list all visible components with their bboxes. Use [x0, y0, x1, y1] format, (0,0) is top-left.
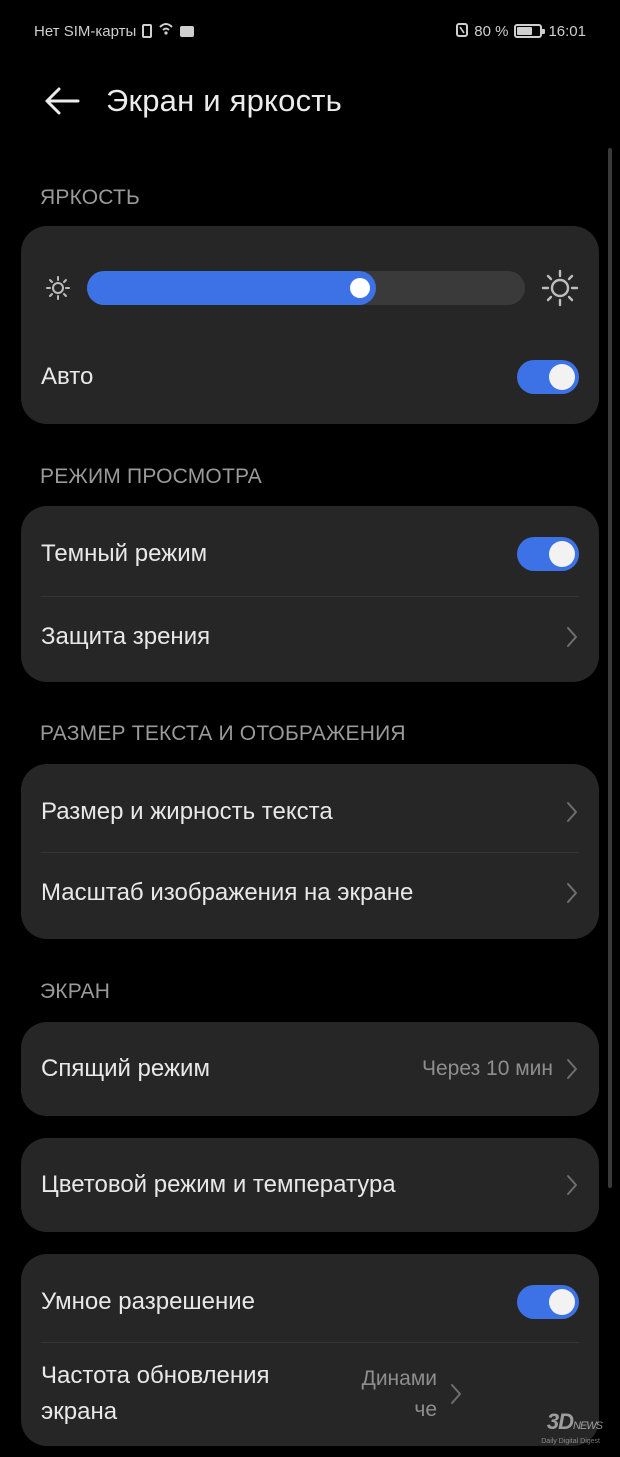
color-mode-card: Цветовой режим и температура — [21, 1138, 599, 1232]
carrier-text: Нет SIM-карты — [34, 22, 137, 40]
text-size-row[interactable]: Размер и жирность текста — [21, 776, 599, 848]
page-title: Экран и яркость — [106, 83, 343, 118]
status-bar: Нет SIM-карты 80 % 16:01 — [0, 0, 620, 62]
auto-brightness-label: Авто — [41, 363, 94, 390]
status-left: Нет SIM-карты — [34, 22, 195, 40]
auto-brightness-toggle[interactable] — [517, 360, 579, 394]
divider — [41, 596, 579, 597]
status-right: 80 % 16:01 — [456, 22, 586, 40]
sun-small-icon — [45, 275, 71, 301]
chevron-right-icon — [565, 800, 579, 824]
divider — [41, 852, 579, 853]
chevron-right-icon — [565, 1057, 579, 1081]
watermark-brand: 3D — [546, 1409, 574, 1434]
chevron-right-icon — [565, 625, 579, 649]
app-header: Экран и яркость — [0, 62, 620, 140]
brightness-card: Авто — [21, 226, 599, 424]
eye-comfort-row[interactable]: Защита зрения — [21, 602, 599, 672]
text-size-label: Размер и жирность текста — [41, 798, 333, 825]
chevron-right-icon — [565, 881, 579, 905]
toggle-knob — [549, 541, 575, 567]
brightness-slider-row — [21, 264, 599, 312]
dark-mode-label: Темный режим — [41, 540, 208, 567]
chevron-right-icon — [449, 1382, 463, 1406]
sleep-label: Спящий режим — [41, 1055, 210, 1082]
divider — [41, 1342, 579, 1343]
smart-resolution-row[interactable]: Умное разрешение — [21, 1266, 599, 1338]
smart-resolution-label: Умное разрешение — [41, 1288, 256, 1315]
text-display-card: Размер и жирность текста Масштаб изображ… — [21, 764, 599, 939]
signal-icon — [158, 22, 174, 40]
mail-icon — [180, 25, 195, 37]
dark-mode-toggle[interactable] — [517, 537, 579, 571]
sun-large-icon — [541, 269, 579, 307]
eye-comfort-label: Защита зрения — [41, 623, 211, 650]
nfc-icon — [456, 22, 469, 40]
toggle-knob — [549, 364, 575, 390]
section-label-screen: ЭКРАН — [40, 980, 111, 1003]
sleep-row[interactable]: Спящий режим Через 10 мин — [21, 1034, 599, 1104]
smart-resolution-toggle[interactable] — [517, 1285, 579, 1319]
clock: 16:01 — [548, 22, 586, 40]
section-label-view-mode: РЕЖИМ ПРОСМОТРА — [40, 465, 262, 488]
sim-icon — [142, 24, 153, 38]
display-scale-label: Масштаб изображения на экране — [41, 879, 414, 906]
auto-brightness-row[interactable]: Авто — [21, 344, 599, 410]
sleep-value: Через 10 мин — [422, 1057, 553, 1080]
resolution-card: Умное разрешение Частота обновления экра… — [21, 1254, 599, 1446]
watermark-tagline: Daily Digital Digest — [541, 1438, 600, 1445]
battery-percent: 80 % — [474, 22, 509, 40]
watermark-brand-suffix: NEWS — [573, 1420, 603, 1432]
brightness-slider-thumb[interactable] — [350, 278, 371, 298]
brightness-slider-fill — [87, 271, 377, 305]
section-label-brightness: ЯРКОСТЬ — [40, 186, 140, 209]
sleep-card: Спящий режим Через 10 мин — [21, 1022, 599, 1116]
back-arrow-icon[interactable] — [38, 77, 86, 125]
battery-icon — [514, 24, 546, 38]
refresh-rate-value: Динами че — [361, 1366, 437, 1422]
chevron-right-icon — [565, 1173, 579, 1197]
color-mode-row[interactable]: Цветовой режим и температура — [21, 1150, 599, 1220]
color-mode-label: Цветовой режим и температура — [41, 1171, 396, 1198]
watermark-logo: 3DNEWS — [546, 1409, 603, 1435]
refresh-rate-row[interactable]: Частота обновления экрана Динами че — [21, 1350, 599, 1438]
refresh-rate-label: Частота обновления экрана — [41, 1362, 270, 1425]
dark-mode-row[interactable]: Темный режим — [21, 518, 599, 590]
view-mode-card: Темный режим Защита зрения — [21, 506, 599, 682]
scrollbar[interactable] — [608, 148, 612, 1188]
toggle-knob — [549, 1289, 575, 1315]
brightness-slider[interactable] — [87, 271, 525, 305]
display-scale-row[interactable]: Масштаб изображения на экране — [21, 858, 599, 928]
section-label-text-size: РАЗМЕР ТЕКСТА И ОТОБРАЖЕНИЯ — [40, 722, 406, 745]
